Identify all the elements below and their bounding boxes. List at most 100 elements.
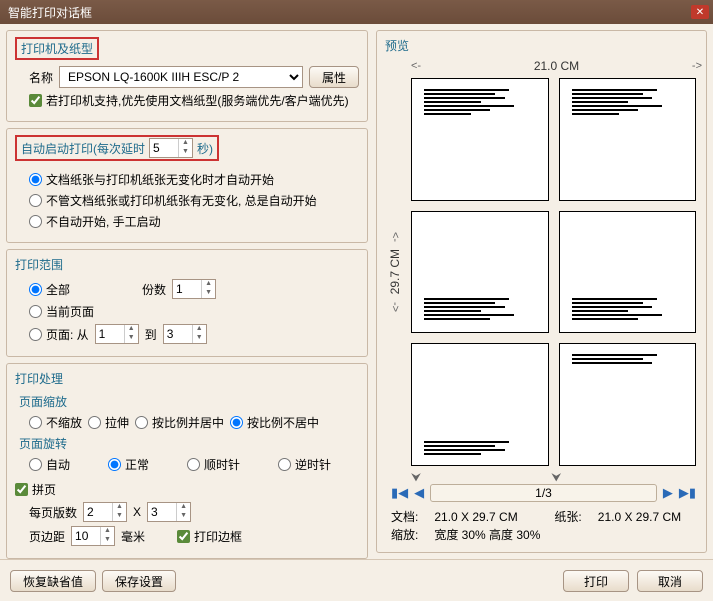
delay-down-icon[interactable]: ▼ <box>178 148 192 157</box>
preview-page-2 <box>559 78 697 201</box>
arrow-up-icon: <- <box>389 232 401 242</box>
rotate-ccw[interactable]: 逆时针 <box>278 456 331 473</box>
preview-group: 预览 <- 21.0 CM -> <- 29.7 CM -> <box>376 30 707 553</box>
preview-pages <box>405 74 702 470</box>
right-column: 预览 <- 21.0 CM -> <- 29.7 CM -> <box>376 30 707 553</box>
perpage-cols-spinner[interactable]: ▲▼ <box>83 502 127 522</box>
footer: 恢复缺省值 保存设置 打印 取消 <box>0 559 713 601</box>
margin-unit: 毫米 <box>121 528 145 545</box>
zoom-row: 不缩放 拉伸 按比例并居中 按比例不居中 <box>15 414 359 431</box>
rotate-normal[interactable]: 正常 <box>108 456 149 473</box>
perpage-label: 每页版数 <box>29 504 77 521</box>
preview-width: 21.0 CM <box>427 59 686 73</box>
printer-group-title: 打印机及纸型 <box>15 37 359 60</box>
arrow-right-icon: -> <box>692 60 702 72</box>
zoom-none[interactable]: 不缩放 <box>29 414 82 431</box>
printer-name-row: 名称 EPSON LQ-1600K IIIH ESC/P 2 属性 <box>15 66 359 88</box>
scale-label: 缩放: <box>391 526 431 544</box>
preview-page-4 <box>559 211 697 334</box>
first-page-icon[interactable]: ▮◀ <box>391 485 408 501</box>
scale-value: 宽度 30% 高度 30% <box>434 528 540 542</box>
rotate-auto[interactable]: 自动 <box>29 456 70 473</box>
x-label: X <box>133 505 141 519</box>
preview-info: 文档: 21.0 X 29.7 CM 纸张: 21.0 X 29.7 CM 缩放… <box>385 506 702 546</box>
left-column: 打印机及纸型 名称 EPSON LQ-1600K IIIH ESC/P 2 属性… <box>6 30 368 553</box>
rotate-cw[interactable]: 顺时针 <box>187 456 240 473</box>
process-group: 打印处理 页面缩放 不缩放 拉伸 按比例并居中 按比例不居中 页面旋转 自动 正… <box>6 363 368 559</box>
prev-page-icon[interactable]: ◀ <box>414 485 424 501</box>
printer-group: 打印机及纸型 名称 EPSON LQ-1600K IIIH ESC/P 2 属性… <box>6 30 368 122</box>
prefer-doc-text: 若打印机支持,优先使用文档纸型(服务端优先/客户端优先) <box>46 92 349 109</box>
last-page-icon[interactable]: ▶▮ <box>679 485 696 501</box>
range-all[interactable]: 全部 <box>29 281 70 298</box>
prefer-doc-checkbox-label[interactable]: 若打印机支持,优先使用文档纸型(服务端优先/客户端优先) <box>29 92 349 109</box>
process-title: 打印处理 <box>15 370 359 387</box>
margin-row: 页边距 ▲▼ 毫米 打印边框 <box>15 526 359 546</box>
dialog-title: 智能打印对话框 <box>4 4 691 21</box>
zoom-stretch[interactable]: 拉伸 <box>88 414 129 431</box>
paper-value: 21.0 X 29.7 CM <box>598 510 681 524</box>
preview-page-1 <box>411 78 549 201</box>
copies-label: 份数 <box>142 281 166 298</box>
page-to-spinner[interactable]: ▲▼ <box>163 324 207 344</box>
doc-label: 文档: <box>391 508 431 526</box>
delay-spinner[interactable]: ▲▼ <box>149 138 193 158</box>
delay-up-icon[interactable]: ▲ <box>178 139 192 148</box>
ruler-vertical: <- 29.7 CM -> <box>385 74 405 470</box>
rotate-section-label: 页面旋转 <box>19 435 359 452</box>
print-button[interactable]: 打印 <box>563 570 629 592</box>
autostart-opt3[interactable]: 不自动开始, 手工启动 <box>29 213 161 230</box>
highlight-printer-title: 打印机及纸型 <box>15 37 99 60</box>
cancel-button[interactable]: 取消 <box>637 570 703 592</box>
delay-input[interactable] <box>150 139 178 157</box>
margin-label: 页边距 <box>29 528 65 545</box>
title-bar: 智能打印对话框 ✕ <box>0 0 713 24</box>
autostart-title-row: 自动启动打印(每次延时 ▲▼ 秒) <box>15 135 219 161</box>
perpage-row: 每页版数 ▲▼ X ▲▼ <box>15 502 359 522</box>
preview-title: 预览 <box>385 35 702 58</box>
copies-spinner[interactable]: ▲▼ <box>172 279 216 299</box>
autostart-group: 自动启动打印(每次延时 ▲▼ 秒) 文档纸张与打印机纸张无变化时才自动开始 不管… <box>6 128 368 243</box>
printer-select[interactable]: EPSON LQ-1600K IIIH ESC/P 2 <box>59 66 303 88</box>
close-button[interactable]: ✕ <box>691 5 709 19</box>
range-current[interactable]: 当前页面 <box>29 303 94 320</box>
next-page-icon[interactable]: ▶ <box>663 485 673 501</box>
page-from-spinner[interactable]: ▲▼ <box>95 324 139 344</box>
margin-spinner[interactable]: ▲▼ <box>71 526 115 546</box>
zoom-fit-nocenter[interactable]: 按比例不居中 <box>230 414 319 431</box>
rotate-row: 自动 正常 顺时针 逆时针 <box>15 456 359 473</box>
preview-body: <- 29.7 CM -> <box>385 74 702 470</box>
collate-checkbox[interactable]: 拼页 <box>15 481 56 498</box>
autostart-opt1[interactable]: 文档纸张与打印机纸张无变化时才自动开始 <box>29 171 274 188</box>
pager-text: 1/3 <box>535 486 552 500</box>
autostart-opt2[interactable]: 不管文档纸张或打印机纸张有无变化, 总是自动开始 <box>29 192 317 209</box>
print-border-checkbox[interactable]: 打印边框 <box>177 528 242 545</box>
restore-defaults-button[interactable]: 恢复缺省值 <box>10 570 96 592</box>
paper-label: 纸张: <box>554 508 594 526</box>
range-all-row: 全部 份数 ▲▼ <box>15 279 359 299</box>
prefer-doc-checkbox[interactable] <box>29 94 42 107</box>
range-title: 打印范围 <box>15 256 359 273</box>
pager: ▮◀ ◀ 1/3 ▶ ▶▮ <box>385 480 702 506</box>
perpage-rows-spinner[interactable]: ▲▼ <box>147 502 191 522</box>
save-settings-button[interactable]: 保存设置 <box>102 570 176 592</box>
prefer-doc-row: 若打印机支持,优先使用文档纸型(服务端优先/客户端优先) <box>15 92 359 109</box>
preview-page-5 <box>411 343 549 466</box>
autostart-prefix: 自动启动打印(每次延时 <box>21 140 145 157</box>
collate-row: 拼页 <box>15 481 359 498</box>
range-group: 打印范围 全部 份数 ▲▼ 当前页面 页面: 从 ▲▼ 到 ▲▼ <box>6 249 368 357</box>
autostart-suffix: 秒) <box>197 140 213 157</box>
zoom-fit-center[interactable]: 按比例并居中 <box>135 414 224 431</box>
arrow-down-icon: -> <box>389 302 401 312</box>
properties-button[interactable]: 属性 <box>309 66 359 88</box>
zoom-section-label: 页面缩放 <box>19 393 359 410</box>
preview-page-3 <box>411 211 549 334</box>
page-to-label: 到 <box>145 326 157 343</box>
preview-height: 29.7 CM <box>388 249 402 294</box>
ruler-horizontal: <- 21.0 CM -> <box>385 58 702 74</box>
pager-track[interactable]: 1/3 <box>430 484 657 502</box>
arrow-left-icon: <- <box>411 60 421 72</box>
dialog-content: 打印机及纸型 名称 EPSON LQ-1600K IIIH ESC/P 2 属性… <box>0 24 713 559</box>
range-pages[interactable]: 页面: 从 <box>29 326 89 343</box>
down-arrows: ⮟⮟ <box>385 470 702 480</box>
